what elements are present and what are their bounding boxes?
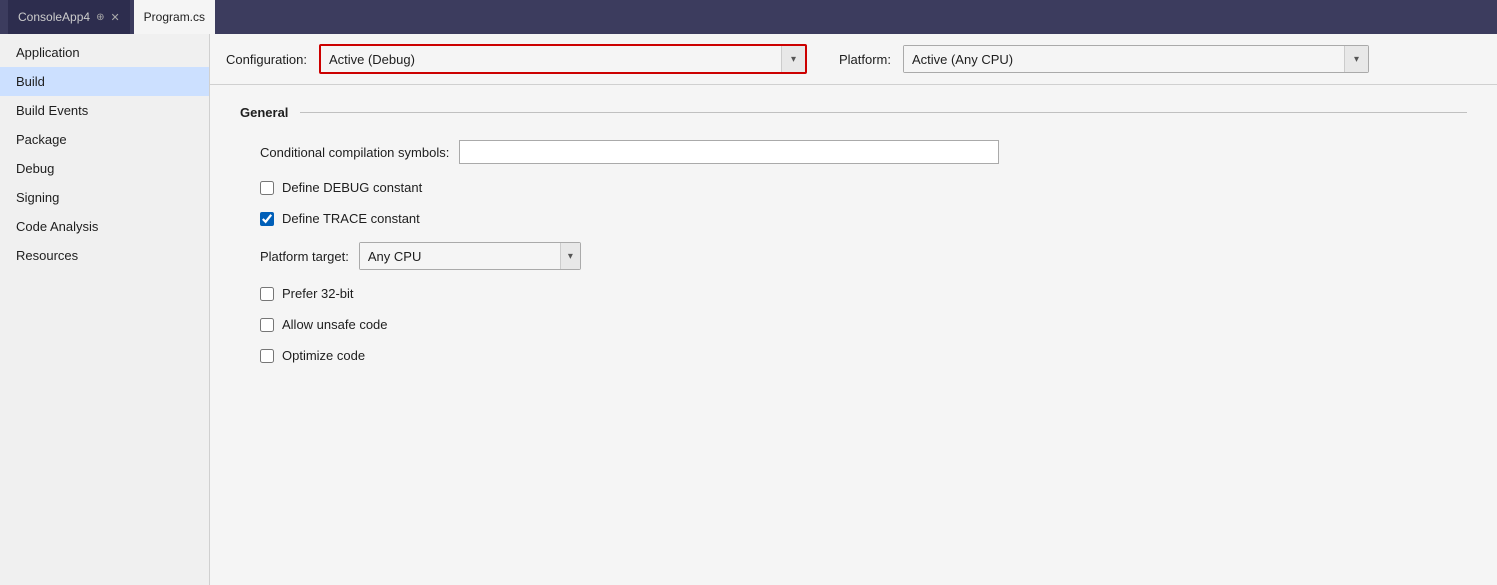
allow-unsafe-checkbox[interactable] [260, 318, 274, 332]
tab-console-app-close[interactable]: ✕ [110, 11, 119, 24]
platform-dropdown-arrow: ▾ [1344, 46, 1368, 72]
chevron-down-icon-3: ▾ [568, 251, 573, 262]
sidebar-item-code-analysis-label: Code Analysis [16, 219, 98, 234]
tab-program-cs-label: Program.cs [144, 10, 205, 24]
platform-target-label: Platform target: [260, 249, 349, 264]
general-section-title: General [240, 105, 288, 120]
config-dropdown-wrapper: Active (Debug) ▾ [319, 44, 807, 74]
allow-unsafe-label: Allow unsafe code [282, 317, 388, 332]
config-bar: Configuration: Active (Debug) ▾ Platform… [210, 34, 1497, 85]
title-bar: ConsoleApp4 ⊕ ✕ Program.cs [0, 0, 1497, 34]
platform-target-wrapper: Any CPU x86x64ARM ▾ [359, 242, 581, 270]
main-layout: Application Build Build Events Package D… [0, 34, 1497, 585]
form-content: General Conditional compilation symbols:… [210, 85, 1497, 399]
platform-target-select[interactable]: Any CPU x86x64ARM [360, 243, 560, 269]
config-dropdown-arrow: ▾ [781, 46, 805, 72]
platform-dropdown[interactable]: Active (Any CPU) [904, 46, 1344, 72]
define-debug-row: Define DEBUG constant [260, 180, 1467, 195]
conditional-symbols-label: Conditional compilation symbols: [260, 145, 449, 160]
sidebar-item-debug[interactable]: Debug [0, 154, 209, 183]
general-section-header: General [240, 105, 1467, 120]
sidebar-item-signing-label: Signing [16, 190, 59, 205]
define-trace-label: Define TRACE constant [282, 211, 420, 226]
sidebar: Application Build Build Events Package D… [0, 34, 210, 585]
platform-dropdown-wrapper: Active (Any CPU) ▾ [903, 45, 1369, 73]
define-debug-label: Define DEBUG constant [282, 180, 422, 195]
prefer-32bit-row: Prefer 32-bit [260, 286, 1467, 301]
sidebar-item-debug-label: Debug [16, 161, 54, 176]
tab-console-app-label: ConsoleApp4 [18, 10, 90, 24]
sidebar-item-signing[interactable]: Signing [0, 183, 209, 212]
sidebar-item-build-label: Build [16, 74, 45, 89]
prefer-32bit-checkbox[interactable] [260, 287, 274, 301]
platform-target-arrow: ▾ [560, 243, 580, 269]
section-divider [300, 112, 1467, 113]
sidebar-item-build-events[interactable]: Build Events [0, 96, 209, 125]
define-debug-checkbox[interactable] [260, 181, 274, 195]
conditional-symbols-row: Conditional compilation symbols: [260, 140, 1467, 164]
prefer-32bit-label: Prefer 32-bit [282, 286, 354, 301]
tab-console-app[interactable]: ConsoleApp4 ⊕ ✕ [8, 0, 130, 34]
sidebar-item-code-analysis[interactable]: Code Analysis [0, 212, 209, 241]
platform-target-row: Platform target: Any CPU x86x64ARM ▾ [260, 242, 1467, 270]
sidebar-item-application-label: Application [16, 45, 80, 60]
sidebar-item-build-events-label: Build Events [16, 103, 88, 118]
chevron-down-icon-2: ▾ [1354, 54, 1359, 65]
chevron-down-icon: ▾ [791, 54, 796, 65]
platform-label: Platform: [839, 52, 891, 67]
optimize-row: Optimize code [260, 348, 1467, 363]
optimize-label: Optimize code [282, 348, 365, 363]
allow-unsafe-row: Allow unsafe code [260, 317, 1467, 332]
sidebar-item-build[interactable]: Build [0, 67, 209, 96]
config-dropdown[interactable]: Active (Debug) [321, 46, 781, 72]
sidebar-item-package[interactable]: Package [0, 125, 209, 154]
sidebar-item-resources-label: Resources [16, 248, 78, 263]
conditional-symbols-input[interactable] [459, 140, 999, 164]
content-area: Configuration: Active (Debug) ▾ Platform… [210, 34, 1497, 585]
config-label: Configuration: [226, 52, 307, 67]
sidebar-item-package-label: Package [16, 132, 67, 147]
tab-program-cs[interactable]: Program.cs [134, 0, 215, 34]
pin-icon: ⊕ [96, 12, 104, 23]
sidebar-item-resources[interactable]: Resources [0, 241, 209, 270]
define-trace-checkbox[interactable] [260, 212, 274, 226]
define-trace-row: Define TRACE constant [260, 211, 1467, 226]
optimize-checkbox[interactable] [260, 349, 274, 363]
sidebar-item-application[interactable]: Application [0, 38, 209, 67]
